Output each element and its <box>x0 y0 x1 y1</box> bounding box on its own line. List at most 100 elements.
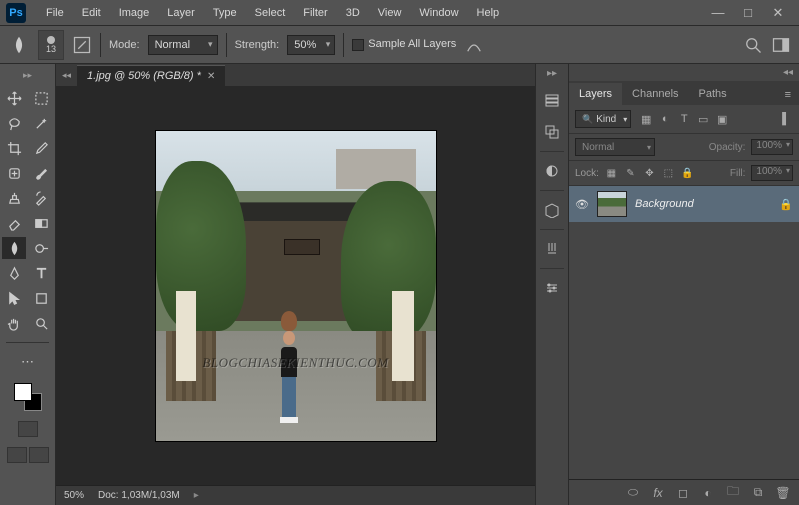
layer-row[interactable]: 👁 Background 🔒 <box>569 186 799 222</box>
filter-toggle-icon[interactable]: ▌ <box>779 112 793 126</box>
foreground-color-swatch[interactable] <box>14 383 32 401</box>
menu-file[interactable]: File <box>38 3 72 23</box>
menu-image[interactable]: Image <box>111 3 158 23</box>
edit-toolbar-icon[interactable]: ⋯ <box>16 351 40 373</box>
canvas[interactable]: BLOGCHIASEKIENTHUC.COM <box>156 131 436 441</box>
pressure-icon[interactable] <box>464 35 484 55</box>
brush-tool[interactable] <box>29 162 53 184</box>
new-layer-icon[interactable]: ⧉ <box>750 485 766 501</box>
close-tab-icon[interactable]: ✕ <box>207 71 215 82</box>
doc-info[interactable]: Doc: 1,03M/1,03M <box>98 490 180 501</box>
menu-edit[interactable]: Edit <box>74 3 109 23</box>
magic-wand-tool[interactable] <box>29 112 53 134</box>
screen-mode-icon[interactable] <box>29 447 49 463</box>
brush-preset-picker[interactable]: 13 <box>38 30 64 60</box>
minimize-button[interactable]: — <box>703 3 733 23</box>
menu-filter[interactable]: Filter <box>295 3 335 23</box>
filter-pixel-icon[interactable]: ▦ <box>639 112 653 126</box>
layer-visibility-icon[interactable]: 👁 <box>575 198 589 211</box>
menu-help[interactable]: Help <box>469 3 508 23</box>
menu-select[interactable]: Select <box>247 3 294 23</box>
filter-smart-icon[interactable]: ▣ <box>715 112 729 126</box>
filter-adjustment-icon[interactable]: ◐ <box>658 112 672 126</box>
marquee-tool[interactable] <box>29 87 53 109</box>
tab-paths[interactable]: Paths <box>689 83 737 105</box>
tab-layers[interactable]: Layers <box>569 83 622 105</box>
workspace-switcher-icon[interactable] <box>771 35 791 55</box>
standard-mode-icon[interactable] <box>18 421 38 437</box>
expand-panels-icon[interactable]: ▸▸ <box>536 68 568 85</box>
strength-select[interactable]: 50% <box>287 35 335 55</box>
clone-stamp-tool[interactable] <box>2 187 26 209</box>
color-panel-icon[interactable] <box>536 117 568 147</box>
eraser-tool[interactable] <box>2 212 26 234</box>
pen-tool[interactable] <box>2 262 26 284</box>
tools-collapse-icon[interactable]: ▸▸ <box>2 68 53 87</box>
lock-all-icon[interactable]: 🔒 <box>681 167 694 180</box>
document-tabs: ◂◂ 1.jpg @ 50% (RGB/8) * ✕ <box>56 64 535 86</box>
properties-panel-icon[interactable] <box>536 273 568 303</box>
lasso-tool[interactable] <box>2 112 26 134</box>
healing-brush-tool[interactable] <box>2 162 26 184</box>
filter-type-icon[interactable]: T <box>677 112 691 126</box>
screen-mode-icon[interactable] <box>7 447 27 463</box>
layer-name[interactable]: Background <box>635 198 771 210</box>
layer-lock-icon[interactable]: 🔒 <box>779 198 793 211</box>
layer-thumbnail[interactable] <box>597 191 627 217</box>
move-tool[interactable] <box>2 87 26 109</box>
gradient-tool[interactable] <box>29 212 53 234</box>
opacity-input[interactable]: 100% <box>751 139 793 155</box>
brush-panel-toggle-icon[interactable] <box>72 35 92 55</box>
filter-kind-select[interactable]: Kind <box>575 110 631 128</box>
sample-all-layers-checkbox[interactable]: Sample All Layers <box>352 38 456 50</box>
lock-artboard-icon[interactable]: ⬚ <box>662 167 675 180</box>
filter-shape-icon[interactable]: ▭ <box>696 112 710 126</box>
document-tab[interactable]: 1.jpg @ 50% (RGB/8) * ✕ <box>77 65 225 86</box>
collapse-panel-icon[interactable]: ◂◂ <box>569 64 799 81</box>
crop-tool[interactable] <box>2 137 26 159</box>
layer-group-icon[interactable]: 🗀 <box>725 485 741 501</box>
brushes-panel-icon[interactable] <box>536 234 568 264</box>
history-brush-tool[interactable] <box>29 187 53 209</box>
search-icon[interactable] <box>743 35 763 55</box>
lock-pixels-icon[interactable]: ✎ <box>624 167 637 180</box>
menu-3d[interactable]: 3D <box>338 3 368 23</box>
menu-layer[interactable]: Layer <box>159 3 203 23</box>
delete-layer-icon[interactable]: 🗑 <box>775 485 791 501</box>
adjustment-layer-icon[interactable]: ◐ <box>700 485 716 501</box>
zoom-level[interactable]: 50% <box>64 490 84 501</box>
collapse-left-icon[interactable]: ◂◂ <box>56 70 77 81</box>
history-panel-icon[interactable] <box>536 85 568 115</box>
window-controls: — □ ✕ <box>703 3 793 23</box>
menu-type[interactable]: Type <box>205 3 245 23</box>
close-button[interactable]: ✕ <box>763 3 793 23</box>
menu-window[interactable]: Window <box>411 3 466 23</box>
zoom-tool[interactable] <box>29 312 53 334</box>
type-tool[interactable] <box>29 262 53 284</box>
canvas-viewport[interactable]: BLOGCHIASEKIENTHUC.COM <box>56 86 535 485</box>
doc-info-arrow-icon[interactable]: ▸ <box>194 490 199 501</box>
adjustments-panel-icon[interactable] <box>536 156 568 186</box>
path-selection-tool[interactable] <box>2 287 26 309</box>
lock-position-icon[interactable]: ✥ <box>643 167 656 180</box>
tab-channels[interactable]: Channels <box>622 83 688 105</box>
link-layers-icon[interactable]: ⬭ <box>625 485 641 501</box>
quick-mask-toggle[interactable] <box>2 421 53 437</box>
libraries-panel-icon[interactable] <box>536 195 568 225</box>
panel-menu-icon[interactable]: ≡ <box>777 85 799 105</box>
shape-tool[interactable] <box>29 287 53 309</box>
current-tool-icon[interactable] <box>8 32 30 58</box>
menu-view[interactable]: View <box>370 3 410 23</box>
color-swatches[interactable] <box>14 383 42 411</box>
fill-input[interactable]: 100% <box>751 165 793 181</box>
dodge-tool[interactable] <box>29 237 53 259</box>
maximize-button[interactable]: □ <box>733 3 763 23</box>
layer-mask-icon[interactable]: ◻ <box>675 485 691 501</box>
blend-mode-select[interactable]: Normal <box>148 35 218 55</box>
layer-blend-mode-select[interactable]: Normal <box>575 138 655 156</box>
blur-tool[interactable] <box>2 237 26 259</box>
layer-style-icon[interactable]: fx <box>650 485 666 501</box>
eyedropper-tool[interactable] <box>29 137 53 159</box>
lock-transparency-icon[interactable]: ▦ <box>605 167 618 180</box>
hand-tool[interactable] <box>2 312 26 334</box>
